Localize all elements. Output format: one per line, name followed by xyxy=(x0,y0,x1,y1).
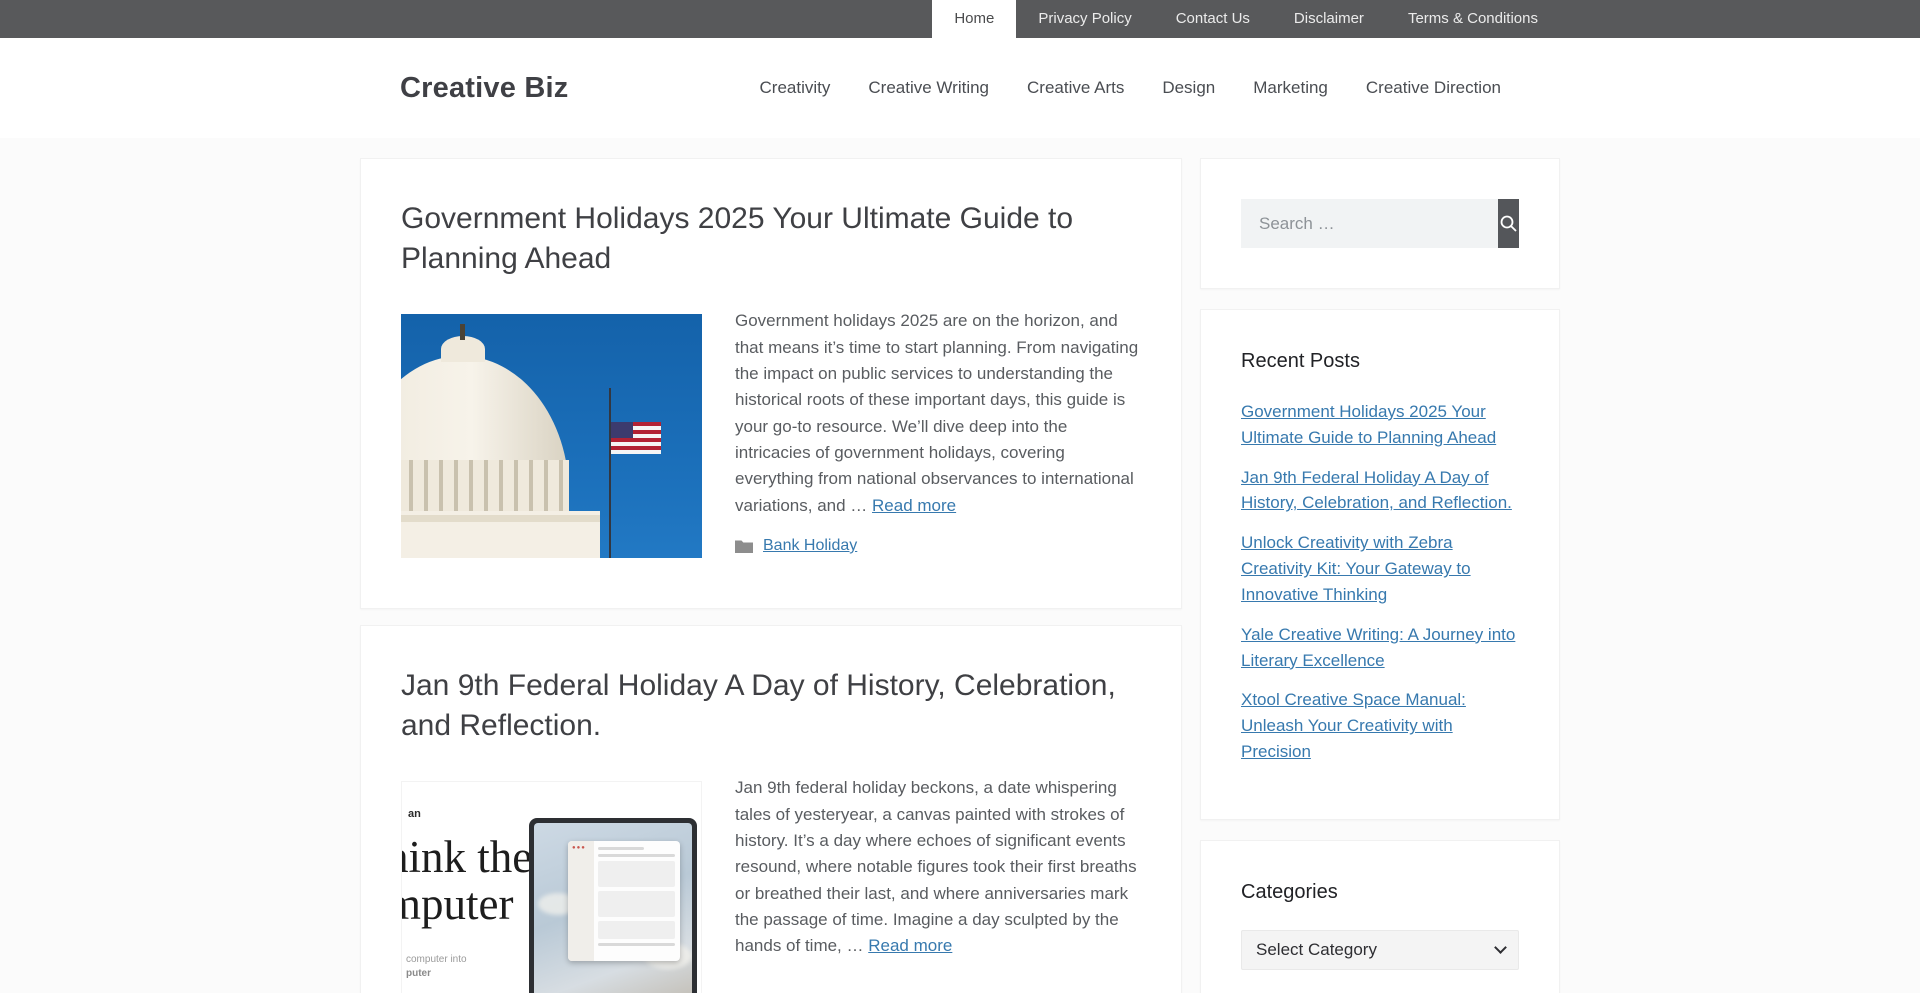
site-header: Creative Biz Creativity Creative Writing… xyxy=(0,38,1920,138)
main-column: Government Holidays 2025 Your Ultimate G… xyxy=(360,158,1182,993)
recent-post-link[interactable]: Unlock Creativity with Zebra Creativity … xyxy=(1241,533,1471,604)
magazine-kicker-text: an xyxy=(408,808,421,820)
capitol-cornice-shape xyxy=(401,522,600,558)
header-container: Creative Biz Creativity Creative Writing… xyxy=(360,38,1560,138)
magazine-headline-text: hink the mputer xyxy=(401,834,532,928)
list-item: Xtool Creative Space Manual: Unleash You… xyxy=(1241,687,1519,764)
category-select-wrapper: Select Category xyxy=(1241,930,1519,970)
recent-post-link[interactable]: Jan 9th Federal Holiday A Day of History… xyxy=(1241,468,1512,513)
list-item: Government Holidays 2025 Your Ultimate G… xyxy=(1241,399,1519,451)
search-input[interactable] xyxy=(1241,199,1498,248)
recent-post-link[interactable]: Government Holidays 2025 Your Ultimate G… xyxy=(1241,402,1496,447)
secondary-nav-bar: Home Privacy Policy Contact Us Disclaime… xyxy=(0,0,1920,38)
search-button[interactable] xyxy=(1498,199,1519,248)
recent-posts-heading: Recent Posts xyxy=(1241,350,1519,373)
post-excerpt-text: Government holidays 2025 are on the hori… xyxy=(735,311,1138,514)
search-form xyxy=(1241,199,1519,248)
us-flag-shape xyxy=(611,422,661,454)
list-item: Unlock Creativity with Zebra Creativity … xyxy=(1241,530,1519,607)
nav-item-creative-direction[interactable]: Creative Direction xyxy=(1347,38,1520,138)
magazine-caption2-text: puter xyxy=(406,968,431,979)
featured-image-capitol-flag[interactable] xyxy=(401,314,702,558)
read-more-link[interactable]: Read more xyxy=(872,496,956,515)
topbar-item-home[interactable]: Home xyxy=(932,0,1016,38)
list-item: Jan 9th Federal Holiday A Day of History… xyxy=(1241,465,1519,517)
post-excerpt-text: Jan 9th federal holiday beckons, a date … xyxy=(735,778,1137,955)
primary-nav: Creativity Creative Writing Creative Art… xyxy=(741,38,1520,138)
topbar-item-privacy-policy[interactable]: Privacy Policy xyxy=(1016,0,1153,38)
site-title[interactable]: Creative Biz xyxy=(400,72,568,105)
post-card-jan-9th-holiday: Jan 9th Federal Holiday A Day of History… xyxy=(360,625,1182,993)
topbar-container: Home Privacy Policy Contact Us Disclaime… xyxy=(360,0,1560,38)
chat-sidebar-shape: ●●● xyxy=(568,841,594,961)
post-meta: Bank Holiday xyxy=(735,537,1141,555)
nav-item-design[interactable]: Design xyxy=(1143,38,1234,138)
flag-pole-shape xyxy=(609,388,611,558)
chat-window-shape: ●●● xyxy=(568,841,680,961)
search-widget xyxy=(1200,158,1560,289)
topbar-item-contact-us[interactable]: Contact Us xyxy=(1154,0,1272,38)
nav-item-creative-arts[interactable]: Creative Arts xyxy=(1008,38,1143,138)
read-more-link[interactable]: Read more xyxy=(868,936,952,955)
post-title-link[interactable]: Government Holidays 2025 Your Ultimate G… xyxy=(401,199,1141,278)
post-title-link[interactable]: Jan 9th Federal Holiday A Day of History… xyxy=(401,666,1141,745)
search-icon xyxy=(1499,214,1518,233)
featured-image-computer-article[interactable]: an hink the mputer computer into puter ●… xyxy=(401,781,702,993)
window-dots-shape: ●●● xyxy=(572,845,586,851)
us-flag-canton-shape xyxy=(611,422,633,438)
content-area: Government Holidays 2025 Your Ultimate G… xyxy=(360,158,1560,993)
nav-item-marketing[interactable]: Marketing xyxy=(1234,38,1347,138)
recent-posts-list: Government Holidays 2025 Your Ultimate G… xyxy=(1241,399,1519,765)
recent-posts-widget: Recent Posts Government Holidays 2025 Yo… xyxy=(1200,309,1560,820)
capitol-statue-shape xyxy=(460,324,465,340)
topbar-item-terms[interactable]: Terms & Conditions xyxy=(1386,0,1560,38)
recent-post-link[interactable]: Xtool Creative Space Manual: Unleash You… xyxy=(1241,690,1466,761)
sidebar: Recent Posts Government Holidays 2025 Yo… xyxy=(1200,158,1560,993)
list-item: Yale Creative Writing: A Journey into Li… xyxy=(1241,622,1519,674)
magazine-caption-text: computer into xyxy=(406,954,467,965)
nav-item-creative-writing[interactable]: Creative Writing xyxy=(849,38,1008,138)
topbar-item-disclaimer[interactable]: Disclaimer xyxy=(1272,0,1386,38)
folder-icon xyxy=(735,539,753,553)
nav-item-creativity[interactable]: Creativity xyxy=(741,38,850,138)
categories-heading: Categories xyxy=(1241,881,1519,904)
monitor-shape: ●●● xyxy=(529,818,697,993)
categories-widget: Categories Select Category xyxy=(1200,840,1560,993)
capitol-colonnade-shape xyxy=(401,460,569,524)
post-card-government-holidays: Government Holidays 2025 Your Ultimate G… xyxy=(360,158,1182,609)
category-link[interactable]: Bank Holiday xyxy=(763,537,857,555)
recent-post-link[interactable]: Yale Creative Writing: A Journey into Li… xyxy=(1241,625,1515,670)
category-select[interactable]: Select Category xyxy=(1241,930,1519,970)
monitor-screen-shape: ●●● xyxy=(534,823,692,993)
